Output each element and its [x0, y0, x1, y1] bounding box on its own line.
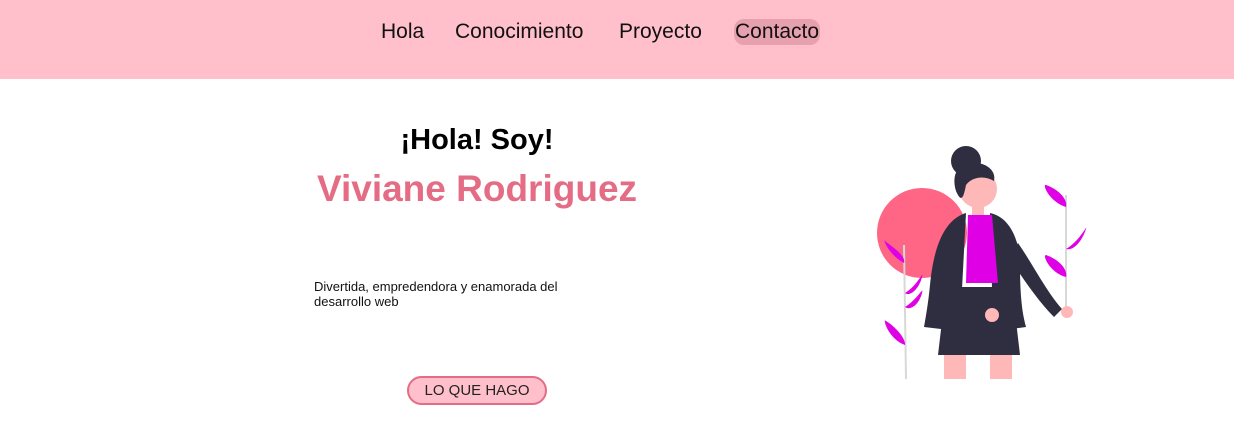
- nav-link-proyecto[interactable]: Proyecto: [619, 19, 702, 45]
- hero-name: Viviane Rodriguez: [316, 168, 638, 209]
- hero-greeting: ¡Hola! Soy!: [400, 124, 554, 156]
- nav-link-conocimiento[interactable]: Conocimiento: [455, 19, 583, 45]
- nav-link-contacto[interactable]: Contacto: [734, 19, 821, 45]
- woman-illustration: [877, 146, 1087, 380]
- nav-link-hola[interactable]: Hola: [381, 19, 424, 45]
- hero-tagline: Divertida, empredendora y enamorada del …: [314, 279, 558, 309]
- navbar: Hola Conocimiento Proyecto Contacto: [0, 0, 1234, 79]
- lo-que-hago-button[interactable]: LO QUE HAGO: [407, 376, 547, 405]
